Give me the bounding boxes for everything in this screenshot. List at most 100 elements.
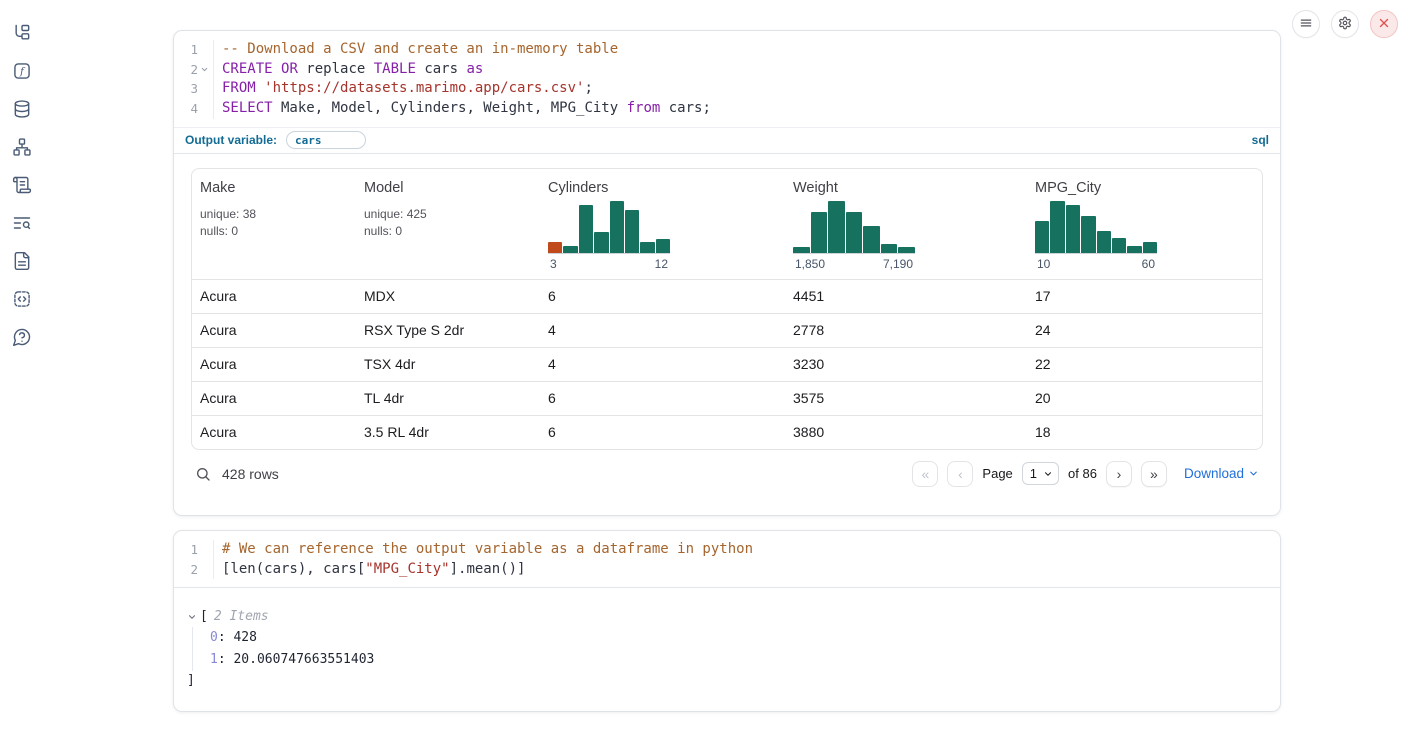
output-variable-input[interactable] [286,131,366,149]
histogram-bar[interactable] [640,242,654,253]
sql-code-editor[interactable]: 1-- Download a CSV and create an in-memo… [174,31,1280,127]
histogram-bar[interactable] [1127,246,1141,253]
sidebar-item-text-search[interactable] [11,212,33,234]
histogram-bar[interactable] [1066,205,1080,253]
sidebar-item-functions[interactable]: f [11,60,33,82]
column-histogram[interactable]: 312 [548,202,670,271]
python-cell-output: [ 2 Items 0: 4281: 20.060747663551403 ] [174,587,1280,691]
histogram-bar[interactable] [1143,242,1157,253]
table-row[interactable]: AcuraTL 4dr6357520 [192,381,1262,415]
sidebar-item-help[interactable] [11,326,33,348]
column-title[interactable]: Make [200,180,348,196]
code-text: # We can reference the output variable a… [214,540,753,560]
sql-cell-output: Make unique: 38nulls: 0 Model unique: 425 nu… [174,154,1280,501]
code-line[interactable]: 1# We can reference the output variable … [174,540,1280,560]
previous-page-button[interactable]: ‹ [947,461,973,487]
column-header: MPG_City 1060 [1027,169,1262,279]
shutdown-button[interactable] [1370,10,1398,38]
tree-entry-value: : 428 [218,630,257,645]
table-cell: Acura [192,314,356,347]
histogram-bar[interactable] [863,226,880,253]
column-title[interactable]: Cylinders [548,180,777,196]
histogram-bar[interactable] [846,212,863,253]
first-page-icon: « [922,466,930,482]
histogram-bar[interactable] [1081,216,1095,253]
last-page-button[interactable]: » [1141,461,1167,487]
page-select-value: 1 [1030,466,1037,481]
download-label: Download [1184,466,1244,481]
histogram-bar[interactable] [881,244,898,253]
axis-min-label: 3 [550,257,557,271]
column-title[interactable]: Weight [793,180,1019,196]
column-stats: unique: 38nulls: 0 [200,206,348,240]
histogram-bar[interactable] [563,246,577,253]
code-line[interactable]: 2CREATE OR replace TABLE cars as [174,60,1280,80]
fold-chevron-icon[interactable] [198,65,210,74]
sidebar-item-dependency-graph[interactable] [11,136,33,158]
histogram-bar[interactable] [594,232,608,253]
settings-button[interactable] [1331,10,1359,38]
sidebar-item-snippets[interactable] [11,288,33,310]
menu-button[interactable] [1292,10,1320,38]
search-icon[interactable] [195,466,211,482]
histogram-bar[interactable] [610,201,624,253]
table-row[interactable]: AcuraTSX 4dr4323022 [192,347,1262,381]
sql-cell: 1-- Download a CSV and create an in-memo… [173,30,1281,516]
column-title[interactable]: MPG_City [1035,180,1254,196]
column-title[interactable]: Model [364,180,532,196]
histogram-bars [793,202,915,254]
download-button[interactable]: Download [1184,466,1259,481]
datasources-icon [12,99,32,119]
line-gutter: 2 [174,60,214,80]
table-cell: 6 [540,280,785,313]
histogram-bar[interactable] [625,210,639,253]
histogram-bar[interactable] [1097,231,1111,253]
histogram-bar[interactable] [793,247,810,253]
table-cell: 4 [540,314,785,347]
histogram-bars [548,202,670,254]
sidebar-item-file-tree[interactable] [11,22,33,44]
sidebar-item-scroll-logs[interactable] [11,174,33,196]
stat-line: nulls: 0 [200,223,348,240]
table-cell: TSX 4dr [356,348,540,381]
tree-entry: 1: 20.060747663551403 [210,649,1263,671]
next-page-button[interactable]: › [1106,461,1132,487]
data-table: Make unique: 38nulls: 0 Model unique: 425 nu… [191,168,1263,450]
histogram-bar[interactable] [1035,221,1049,253]
histogram-bar[interactable] [548,242,562,253]
page-select[interactable]: 1 [1022,462,1059,485]
column-histogram[interactable]: 1060 [1035,202,1157,271]
tree-entry-value: : 20.060747663551403 [218,652,375,667]
tree-item-count: 2 Items [214,607,269,627]
gear-icon [1338,16,1352,33]
column-header: Make unique: 38nulls: 0 [192,169,356,279]
table-row[interactable]: AcuraRSX Type S 2dr4277824 [192,313,1262,347]
histogram-bar[interactable] [1112,238,1126,253]
histogram-axis-labels: 1060 [1035,254,1157,271]
tree-collapse-icon[interactable] [187,612,197,622]
stat-line: unique: 425 [364,206,532,223]
code-line[interactable]: 4SELECT Make, Model, Cylinders, Weight, … [174,99,1280,119]
language-badge[interactable]: sql [1252,133,1269,147]
histogram-bar[interactable] [898,247,915,253]
table-row[interactable]: AcuraMDX6445117 [192,279,1262,313]
code-line[interactable]: 1-- Download a CSV and create an in-memo… [174,40,1280,60]
histogram-bar[interactable] [1050,201,1064,253]
histogram-bar[interactable] [656,239,670,253]
python-code-editor[interactable]: 1# We can reference the output variable … [174,531,1280,587]
axis-min-label: 10 [1037,257,1050,271]
code-line[interactable]: 3FROM 'https://datasets.marimo.app/cars.… [174,79,1280,99]
sidebar-item-documentation[interactable] [11,250,33,272]
table-cell: 2778 [785,314,1027,347]
histogram-bar[interactable] [811,212,828,253]
first-page-button[interactable]: « [912,461,938,487]
column-histogram[interactable]: 1,8507,190 [793,202,915,271]
histogram-bar[interactable] [828,201,845,253]
sidebar-item-datasources[interactable] [11,98,33,120]
line-gutter: 1 [174,540,214,560]
histogram-bar[interactable] [579,205,593,253]
code-line[interactable]: 2[len(cars), cars["MPG_City"].mean()] [174,560,1280,580]
next-page-icon: › [1117,466,1122,482]
line-number: 1 [190,40,198,60]
table-row[interactable]: Acura3.5 RL 4dr6388018 [192,415,1262,449]
